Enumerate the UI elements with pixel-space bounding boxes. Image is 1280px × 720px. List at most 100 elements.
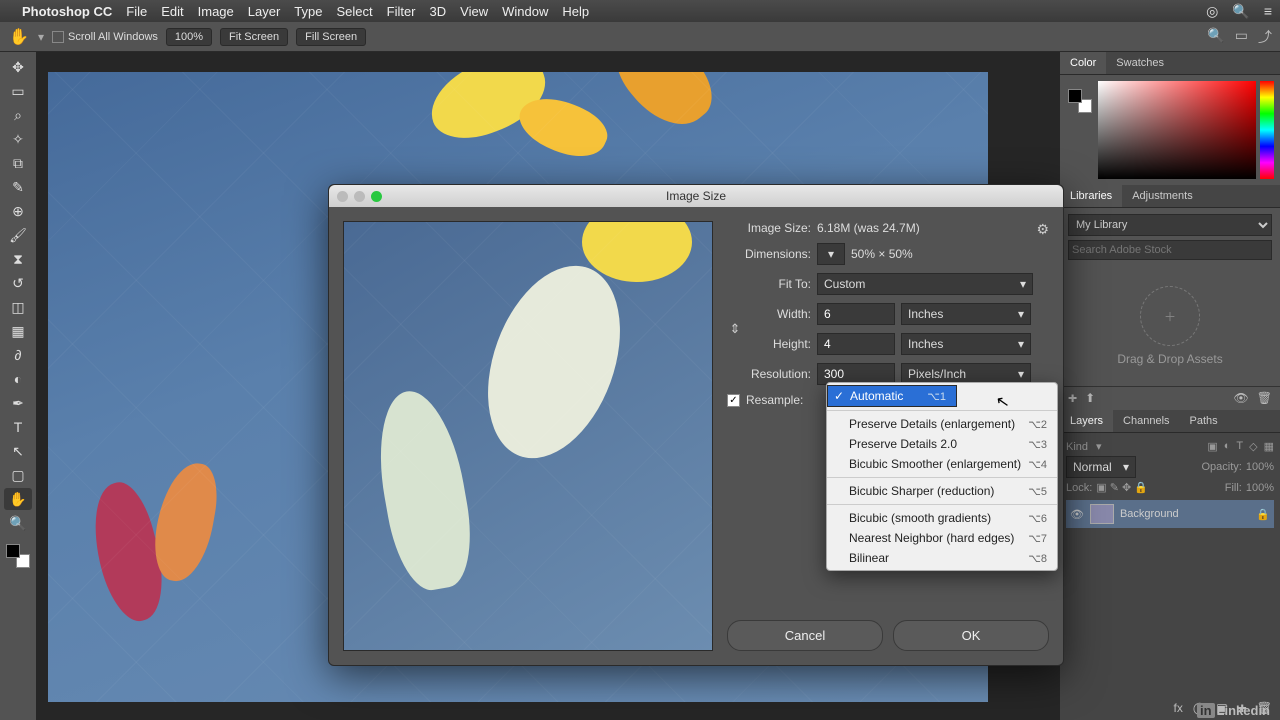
asset-dropzone[interactable]: ＋ Drag & Drop Assets	[1060, 266, 1280, 386]
fit-screen-button[interactable]: Fit Screen	[220, 28, 288, 46]
menu-icon[interactable]: ≡	[1264, 3, 1272, 20]
share-icon[interactable]: ⤴	[1258, 27, 1272, 47]
dimensions-unit[interactable]: ▾	[817, 243, 845, 265]
dropdown-item[interactable]: Nearest Neighbor (hard edges)⌥7	[827, 528, 1057, 548]
fitto-select[interactable]: Custom▾	[817, 273, 1033, 295]
tab-layers[interactable]: Layers	[1060, 410, 1113, 432]
heal-tool[interactable]: ⊕	[4, 200, 32, 222]
lasso-tool[interactable]: ⌕	[4, 104, 32, 126]
eraser-tool[interactable]: ◫	[4, 296, 32, 318]
menu-select[interactable]: Select	[336, 4, 372, 19]
color-picker[interactable]	[1098, 81, 1256, 179]
height-input[interactable]	[817, 333, 895, 355]
color-fgbg[interactable]	[1066, 87, 1094, 115]
tab-paths[interactable]: Paths	[1180, 410, 1228, 432]
tab-color[interactable]: Color	[1060, 52, 1106, 74]
blur-tool[interactable]: ∂	[4, 344, 32, 366]
move-tool[interactable]: ✥	[4, 56, 32, 78]
lock-icons[interactable]: ▣ ✎ ✥ 🔒	[1096, 481, 1148, 494]
eyedropper-tool[interactable]: ✎	[4, 176, 32, 198]
upload-icon[interactable]: ⬆	[1085, 391, 1095, 406]
menu-layer[interactable]: Layer	[248, 4, 281, 19]
opacity-value[interactable]: 100%	[1246, 461, 1274, 473]
gear-icon[interactable]: ⚙	[1036, 221, 1049, 238]
fill-screen-button[interactable]: Fill Screen	[296, 28, 366, 46]
library-select[interactable]: My Library	[1068, 214, 1272, 236]
zoom-level[interactable]: 100%	[166, 28, 212, 46]
fg-bg-colors[interactable]	[4, 542, 32, 570]
layer-row[interactable]: 👁 Background 🔒	[1066, 500, 1274, 528]
wand-tool[interactable]: ✧	[4, 128, 32, 150]
cc-icon[interactable]: ◎	[1206, 3, 1218, 20]
hand-tool-icon[interactable]: ✋	[8, 26, 30, 48]
menu-filter[interactable]: Filter	[387, 4, 416, 19]
menu-help[interactable]: Help	[562, 4, 589, 19]
menu-window[interactable]: Window	[502, 4, 548, 19]
path-tool[interactable]: ↖	[4, 440, 32, 462]
filter-image-icon[interactable]: ▣	[1207, 440, 1217, 453]
menubar[interactable]: Photoshop CC File Edit Image Layer Type …	[0, 0, 1280, 22]
history-brush-tool[interactable]: ↺	[4, 272, 32, 294]
tab-channels[interactable]: Channels	[1113, 410, 1179, 432]
crop-tool[interactable]: ⧉	[4, 152, 32, 174]
tab-libraries[interactable]: Libraries	[1060, 185, 1122, 207]
scroll-all-checkbox[interactable]: Scroll All Windows	[52, 31, 158, 43]
type-tool[interactable]: T	[4, 416, 32, 438]
menu-view[interactable]: View	[460, 4, 488, 19]
dropdown-item[interactable]: Bicubic (smooth gradients)⌥6	[827, 508, 1057, 528]
dropdown-item[interactable]: Preserve Details (enlargement)⌥2	[827, 414, 1057, 434]
right-panels: Color Swatches Libraries Adjustments My …	[1060, 52, 1280, 720]
dropdown-item[interactable]: Bicubic Sharper (reduction)⌥5	[827, 481, 1057, 501]
zoom-icon[interactable]	[371, 191, 382, 202]
stamp-tool[interactable]: ⧗	[4, 248, 32, 270]
filter-smart-icon[interactable]: ▦	[1264, 440, 1274, 453]
dialog-titlebar[interactable]: Image Size	[329, 185, 1063, 207]
search-icon[interactable]: 🔍	[1232, 3, 1249, 20]
eye-icon[interactable]: 👁	[1070, 508, 1084, 521]
menu-type[interactable]: Type	[294, 4, 322, 19]
hue-slider[interactable]	[1260, 81, 1274, 179]
dodge-tool[interactable]: ◐	[4, 368, 32, 390]
resample-dropdown[interactable]: ✓Automatic⌥1 Preserve Details (enlargemen…	[826, 382, 1058, 571]
shape-tool[interactable]: ▢	[4, 464, 32, 486]
stock-search-input[interactable]	[1068, 240, 1272, 260]
dropdown-item[interactable]: Bicubic Smoother (enlargement)⌥4	[827, 454, 1057, 474]
frame-icon[interactable]: ▭	[1235, 27, 1248, 47]
dropdown-item[interactable]: ✓Automatic⌥1	[827, 385, 957, 407]
tab-adjustments[interactable]: Adjustments	[1122, 185, 1203, 207]
height-unit-select[interactable]: Inches▾	[901, 333, 1031, 355]
cancel-button[interactable]: Cancel	[727, 620, 883, 651]
tab-swatches[interactable]: Swatches	[1106, 52, 1174, 74]
dialog-preview[interactable]	[343, 221, 713, 651]
resample-checkbox[interactable]: ✓	[727, 394, 740, 407]
filter-shape-icon[interactable]: ◇	[1249, 440, 1257, 453]
blend-mode-select[interactable]: Normal▾	[1066, 456, 1136, 478]
menu-file[interactable]: File	[126, 4, 147, 19]
hand-tool[interactable]: ✋	[4, 488, 32, 510]
ok-button[interactable]: OK	[893, 620, 1049, 651]
fill-value[interactable]: 100%	[1246, 482, 1274, 494]
trash-icon[interactable]: 🗑	[1257, 391, 1272, 406]
chevron-down-icon[interactable]: ▾	[38, 30, 44, 44]
menu-edit[interactable]: Edit	[161, 4, 183, 19]
filter-type-icon[interactable]: T	[1236, 440, 1243, 453]
filter-adjust-icon[interactable]: ◐	[1224, 440, 1231, 453]
minimize-icon[interactable]	[354, 191, 365, 202]
menu-image[interactable]: Image	[198, 4, 234, 19]
pen-tool[interactable]: ✒	[4, 392, 32, 414]
dropdown-item[interactable]: Preserve Details 2.0⌥3	[827, 434, 1057, 454]
gradient-tool[interactable]: ▦	[4, 320, 32, 342]
zoom-tool[interactable]: 🔍	[4, 512, 32, 534]
fx-icon[interactable]: fx	[1174, 701, 1183, 715]
width-unit-select[interactable]: Inches▾	[901, 303, 1031, 325]
brush-tool[interactable]: 🖌	[4, 224, 32, 246]
marquee-tool[interactable]: ▭	[4, 80, 32, 102]
add-icon[interactable]: 🞦	[1068, 391, 1077, 406]
menu-3d[interactable]: 3D	[430, 4, 447, 19]
close-icon[interactable]	[337, 191, 348, 202]
dropdown-item[interactable]: Bilinear⌥8	[827, 548, 1057, 568]
search-icon[interactable]: 🔍	[1207, 27, 1224, 47]
width-input[interactable]	[817, 303, 895, 325]
link-icon[interactable]: ⇕	[727, 321, 743, 337]
eye-icon[interactable]: 👁	[1234, 391, 1249, 406]
